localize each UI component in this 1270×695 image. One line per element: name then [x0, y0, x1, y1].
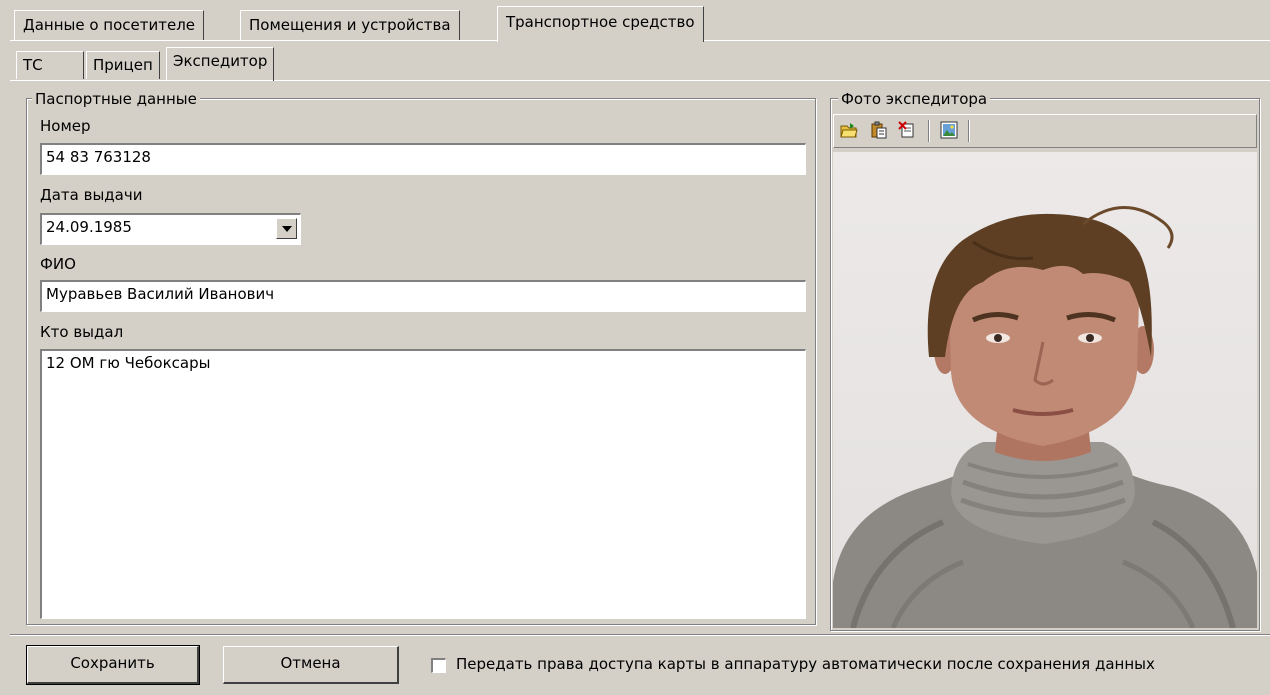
open-folder-icon[interactable] [840, 121, 858, 139]
photo-toolbar [833, 114, 1257, 148]
subtab-forwarder[interactable]: Экспедитор [166, 47, 275, 81]
tab-vehicle[interactable]: Транспортное средство [497, 6, 704, 42]
auto-transfer-label[interactable]: Передать права доступа карты в аппаратур… [456, 655, 1155, 673]
clear-icon[interactable] [898, 121, 916, 139]
cancel-button[interactable]: Отмена [223, 646, 399, 684]
save-button[interactable]: Сохранить [26, 645, 200, 685]
fio-field[interactable]: Муравьев Василий Иванович [40, 280, 806, 312]
tab-visitor-data[interactable]: Данные о посетителе [14, 10, 205, 40]
load-image-icon[interactable] [940, 121, 958, 139]
chevron-down-icon[interactable] [276, 218, 297, 239]
number-label: Номер [40, 117, 91, 135]
tab-rooms-devices[interactable]: Помещения и устройства [240, 10, 460, 40]
issue-date-value: 24.09.1985 [46, 218, 132, 236]
passport-legend: Паспортные данные [32, 90, 200, 108]
paste-icon[interactable] [870, 121, 888, 139]
photo-legend: Фото экспедитора [838, 90, 991, 108]
subtab-vehicle[interactable]: ТС [16, 51, 84, 79]
issue-date-label: Дата выдачи [40, 186, 143, 204]
number-field[interactable]: 54 83 763128 [40, 143, 806, 175]
footer-divider [10, 634, 1270, 636]
person-portrait-image [833, 206, 1257, 628]
auto-transfer-checkbox[interactable] [431, 658, 446, 673]
subtab-trailer[interactable]: Прицеп [86, 51, 160, 79]
fio-label: ФИО [40, 255, 76, 273]
issued-by-label: Кто выдал [40, 323, 124, 341]
forwarder-photo [833, 152, 1257, 628]
issue-date-picker[interactable]: 24.09.1985 [40, 213, 301, 245]
issued-by-textarea[interactable]: 12 ОМ гю Чебоксары [40, 349, 806, 619]
